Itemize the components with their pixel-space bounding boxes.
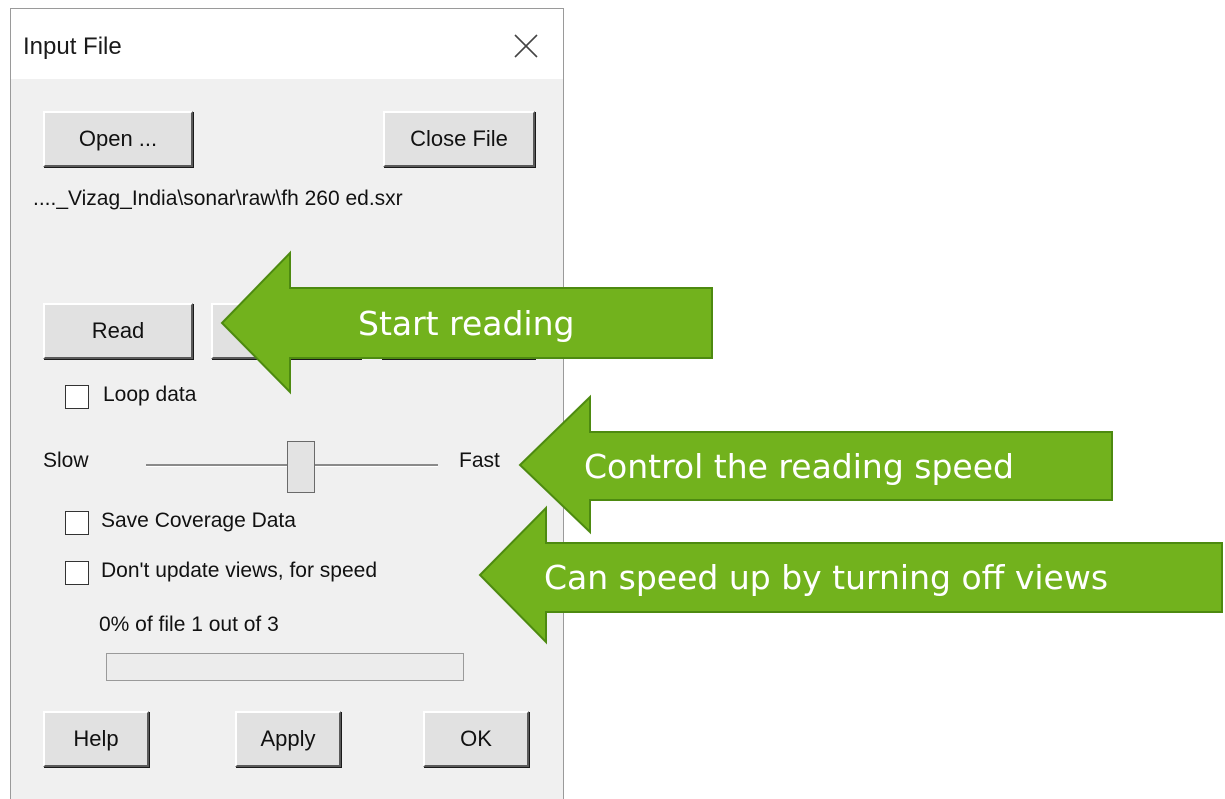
callout-arrows-layer — [220, 250, 1223, 645]
speed-up-text: Can speed up by turning off views — [544, 558, 1109, 597]
control-speed-text: Control the reading speed — [584, 447, 1014, 486]
start-reading-text: Start reading — [358, 304, 575, 343]
